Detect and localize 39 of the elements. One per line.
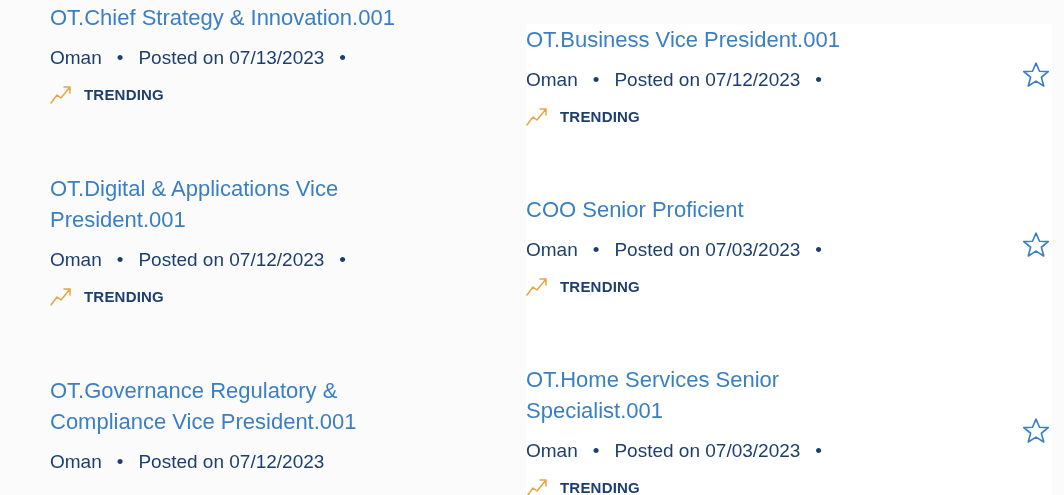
job-location: Oman	[50, 46, 102, 70]
separator-dot: •	[592, 439, 600, 463]
trend-up-icon	[526, 276, 548, 296]
job-title-link[interactable]: OT.Home Services Senior Specialist.001	[526, 364, 886, 426]
trend-up-icon	[526, 477, 548, 495]
separator-dot: •	[339, 248, 346, 272]
posted-date: Posted on 07/03/2023	[614, 439, 801, 463]
separator-dot: •	[592, 238, 600, 262]
trending-label: TRENDING	[560, 277, 640, 295]
trending-label: TRENDING	[560, 107, 640, 125]
trend-up-icon	[526, 106, 548, 126]
posted-date: Posted on 07/12/2023	[614, 68, 801, 92]
separator-dot: •	[116, 450, 124, 474]
job-title-link[interactable]: OT.Governance Regulatory & Compliance Vice President.001	[50, 375, 450, 437]
separator-dot: •	[116, 46, 124, 70]
posted-date: Posted on 07/12/2023	[138, 450, 325, 474]
separator-dot: •	[815, 238, 822, 262]
separator-dot: •	[116, 248, 124, 272]
job-title-link[interactable]: OT.Business Vice President.001	[526, 24, 886, 55]
job-location: Oman	[526, 68, 578, 92]
job-location: Oman	[526, 439, 578, 463]
job-location: Oman	[50, 248, 102, 272]
separator-dot: •	[339, 46, 346, 70]
separator-dot: •	[592, 68, 600, 92]
separator-dot: •	[815, 439, 822, 463]
trending-label: TRENDING	[560, 478, 640, 495]
trending-label: TRENDING	[84, 85, 164, 103]
job-title-link[interactable]: OT.Digital & Applications Vice President.001	[50, 173, 450, 235]
job-location: Oman	[526, 238, 578, 262]
separator-dot: •	[815, 68, 822, 92]
job-title-link[interactable]: OT.Chief Strategy & Innovation.001	[50, 2, 450, 33]
trending-label: TRENDING	[84, 287, 164, 305]
posted-date: Posted on 07/12/2023	[138, 248, 325, 272]
posted-date: Posted on 07/13/2023	[138, 46, 325, 70]
trend-up-icon	[50, 84, 72, 104]
trend-up-icon	[50, 286, 72, 306]
job-title-link[interactable]: COO Senior Proficient	[526, 194, 886, 225]
posted-date: Posted on 07/03/2023	[614, 238, 801, 262]
job-location: Oman	[50, 450, 102, 474]
